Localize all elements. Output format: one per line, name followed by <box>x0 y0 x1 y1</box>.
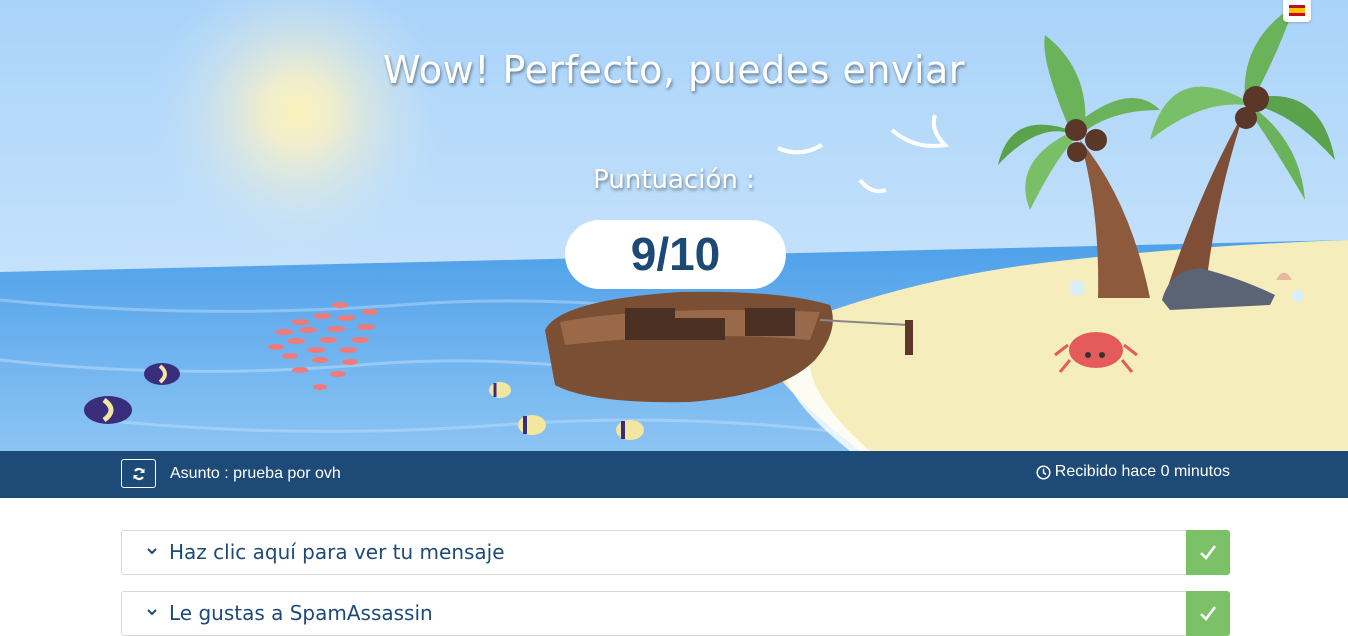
page-title: Wow! Perfecto, puedes enviar <box>383 48 965 92</box>
refresh-button[interactable] <box>121 459 156 488</box>
refresh-icon <box>132 467 145 480</box>
received-time: Recibido hace 0 minutos <box>1036 463 1230 481</box>
received-text: Recibido hace 0 minutos <box>1054 463 1230 480</box>
status-badge <box>1186 530 1230 575</box>
email-subject: Asunto : prueba por ovh <box>170 465 341 482</box>
chevron-down-icon <box>147 609 157 616</box>
panel-title: Le gustas a SpamAssassin <box>169 601 433 625</box>
panel-title: Haz clic aquí para ver tu mensaje <box>169 540 505 564</box>
spain-flag-icon <box>1289 5 1305 16</box>
status-badge <box>1186 591 1230 636</box>
score-label: Puntuación : <box>593 165 755 195</box>
clock-icon <box>1036 464 1051 480</box>
panel-view-message[interactable]: Haz clic aquí para ver tu mensaje <box>121 530 1230 575</box>
hero-banner: Wow! Perfecto, puedes enviar Puntuación … <box>0 0 1348 451</box>
chevron-down-icon <box>147 548 157 555</box>
checkmark-icon <box>1200 544 1217 560</box>
info-bar: Asunto : prueba por ovh Recibido hace 0 … <box>0 451 1348 498</box>
checkmark-icon <box>1200 605 1217 621</box>
language-selector[interactable] <box>1283 0 1311 22</box>
panel-spamassassin[interactable]: Le gustas a SpamAssassin <box>121 591 1230 636</box>
shell-icon <box>1292 290 1304 302</box>
shell-icon <box>1069 280 1085 296</box>
score-value: 9/10 <box>565 220 786 289</box>
